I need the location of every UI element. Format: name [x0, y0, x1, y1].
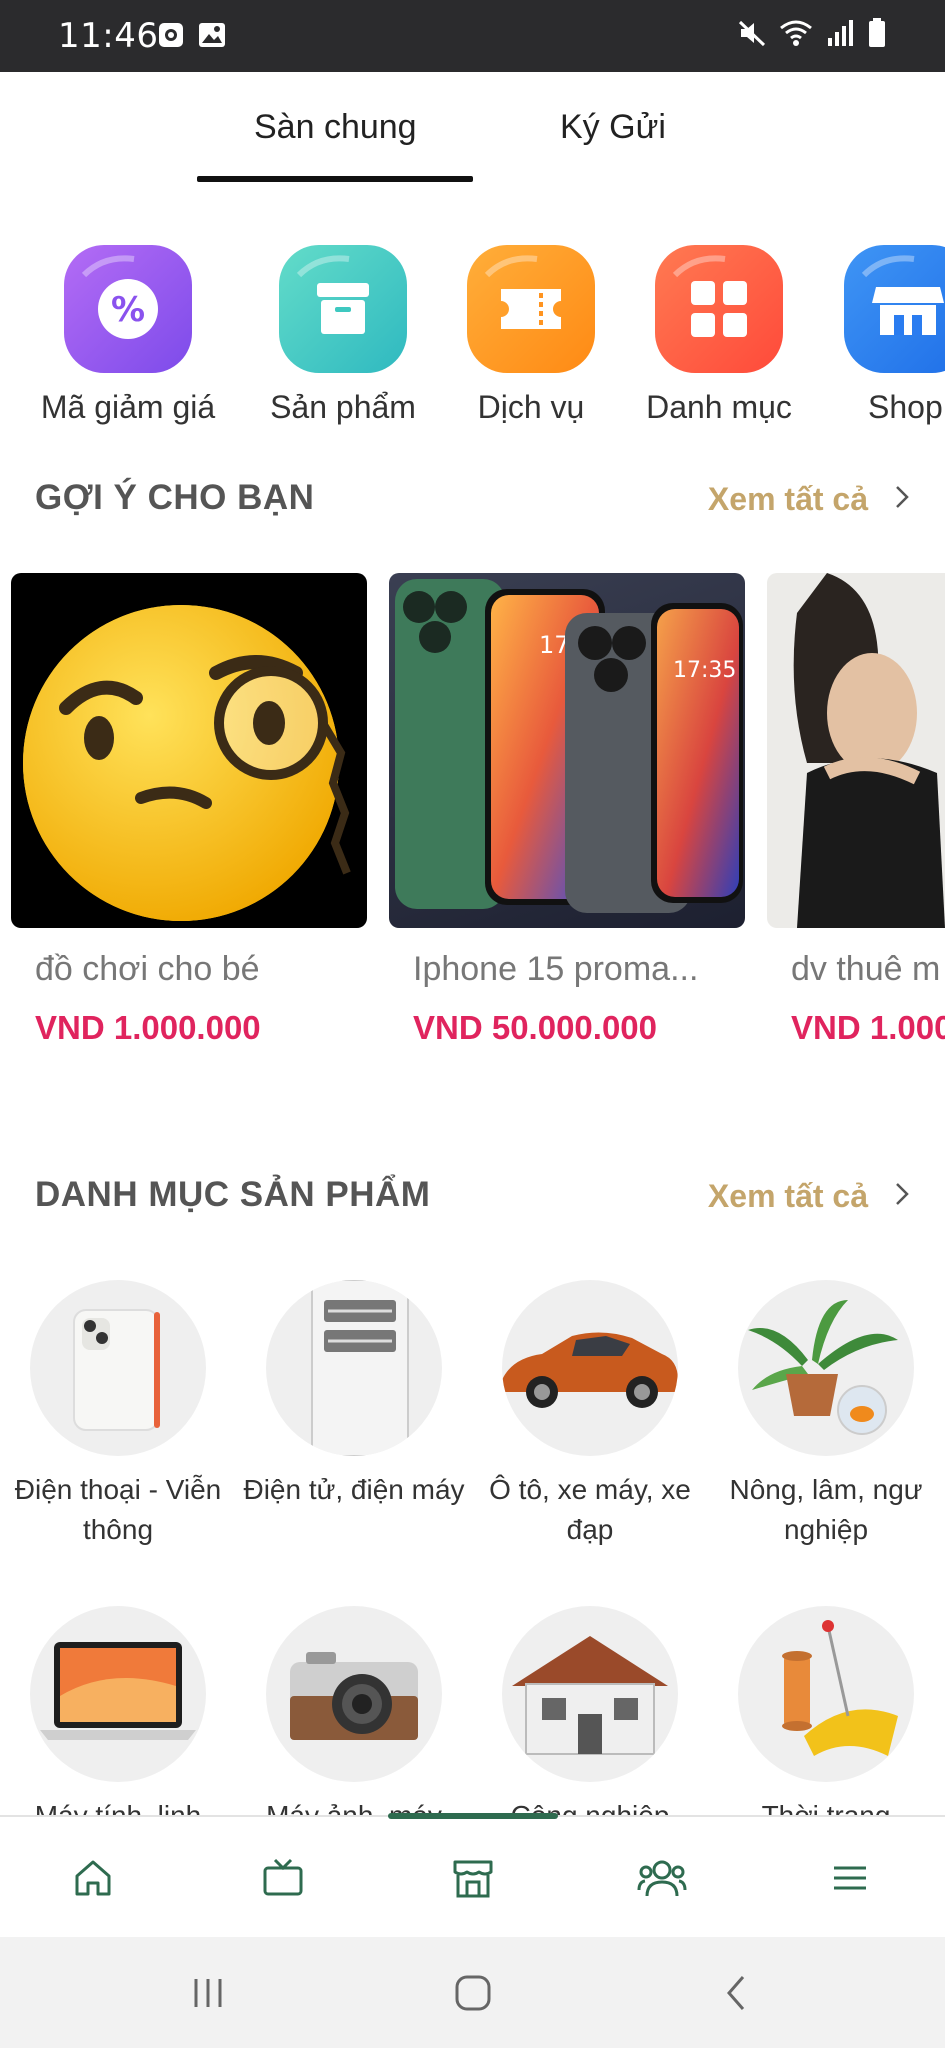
quick-services-label: Dịch vụ	[477, 389, 585, 425]
quick-categories-label: Danh mục	[646, 389, 792, 425]
product-price: VND 50.000.000	[413, 1009, 658, 1046]
product-image-emoji	[11, 573, 367, 928]
record-icon	[158, 22, 184, 53]
house-image	[502, 1606, 678, 1782]
tab-ky-gui[interactable]: Ký Gửi	[560, 108, 666, 147]
product-image-model	[767, 573, 945, 928]
mute-icon	[737, 18, 767, 53]
status-bar: 11:46	[0, 0, 945, 72]
tab-san-chung[interactable]: Sàn chung	[254, 108, 417, 147]
system-nav	[0, 1937, 945, 2048]
recent-apps-icon[interactable]	[178, 1965, 238, 2021]
category-phones[interactable]: Điện thoại - Viễn thông	[0, 1280, 236, 1550]
quick-services[interactable]: Dịch vụ	[431, 245, 631, 426]
product-card[interactable]: đồ chơi cho bé VND 1.000.000	[11, 573, 367, 1047]
categories-title: DANH MỤC SẢN PHẨM	[35, 1175, 431, 1214]
product-name: đồ chơi cho bé	[35, 950, 260, 988]
category-label: Máy tính, linh	[0, 1796, 236, 1815]
suggest-list: đồ chơi cho bé VND 1.000.000 17:3 17:35	[0, 573, 945, 1053]
product-name: Iphone 15 proma...	[413, 950, 699, 988]
laptop-image	[30, 1606, 206, 1782]
categories-see-all-label: Xem tất cả	[707, 1178, 868, 1214]
camera-image	[266, 1606, 442, 1782]
category-cameras[interactable]: Máy ảnh, máy	[236, 1606, 472, 1815]
chevron-right-icon	[894, 480, 910, 519]
quick-actions: % Mã giảm giá Sản phẩm Dịch vụ Danh mục …	[0, 245, 945, 445]
category-label: Ô tô, xe máy, xe đạp	[489, 1474, 691, 1545]
category-electronics[interactable]: Điện tử, điện máy	[236, 1280, 472, 1510]
quick-discount[interactable]: % Mã giảm giá	[28, 245, 228, 426]
product-image-iphone: 17:3 17:35	[389, 573, 745, 928]
svg-text:%: %	[111, 290, 145, 330]
quick-products[interactable]: Sản phẩm	[243, 245, 443, 426]
chevron-right-icon	[894, 1177, 910, 1216]
quick-products-label: Sản phẩm	[270, 389, 416, 425]
air-conditioner-image	[266, 1280, 442, 1456]
phone-image	[30, 1280, 206, 1456]
home-icon[interactable]	[58, 1843, 128, 1913]
wifi-icon	[779, 18, 813, 53]
quick-discount-label: Mã giảm giá	[40, 389, 216, 425]
product-name: dv thuê m	[791, 950, 941, 988]
sewing-image	[738, 1606, 914, 1782]
product-card[interactable]: 17:3 17:35 Iphone 15 proma... VND 50.000…	[389, 573, 745, 1047]
car-image	[502, 1280, 678, 1456]
discount-icon: %	[64, 245, 192, 373]
category-label: Thời trang	[708, 1796, 944, 1815]
menu-icon[interactable]	[815, 1843, 885, 1913]
box-icon	[279, 245, 407, 373]
suggest-see-all[interactable]: Xem tất cả	[708, 480, 910, 519]
bottom-nav	[0, 1813, 945, 1937]
quick-categories[interactable]: Danh mục	[619, 245, 819, 426]
category-label: Nông, lâm, ngư nghiệp	[729, 1474, 923, 1545]
category-label: Điện tử, điện máy	[243, 1474, 465, 1505]
tv-icon[interactable]	[248, 1843, 318, 1913]
suggest-see-all-label: Xem tất cả	[707, 481, 868, 517]
quick-shop[interactable]: Shop	[808, 245, 945, 426]
product-price: VND 1.000	[791, 1009, 945, 1046]
status-icons	[737, 18, 887, 53]
categories-see-all[interactable]: Xem tất cả	[708, 1177, 910, 1216]
svg-text:17:35: 17:35	[673, 658, 736, 683]
active-tab-indicator	[197, 176, 473, 182]
store-icon	[844, 245, 945, 373]
gallery-icon	[198, 22, 226, 53]
product-price: VND 1.000.000	[35, 1009, 261, 1046]
category-label: Điện thoại - Viễn thông	[14, 1474, 222, 1545]
category-grid: Điện thoại - Viễn thông Điện tử, điện má…	[0, 1280, 945, 1815]
category-computers[interactable]: Máy tính, linh	[0, 1606, 236, 1815]
status-time: 11:46	[58, 16, 159, 56]
community-icon[interactable]	[627, 1843, 697, 1913]
category-agriculture[interactable]: Nông, lâm, ngư nghiệp	[708, 1280, 944, 1550]
home-button-icon[interactable]	[443, 1965, 503, 2021]
category-fashion[interactable]: Thời trang	[708, 1606, 944, 1815]
marketplace-icon[interactable]	[438, 1843, 508, 1913]
back-icon[interactable]	[707, 1965, 767, 2021]
category-industry[interactable]: Công nghiệp	[472, 1606, 708, 1815]
product-card[interactable]: dv thuê m VND 1.000	[767, 573, 945, 1047]
grid-icon	[655, 245, 783, 373]
nav-active-indicator	[388, 1813, 558, 1819]
top-tabs: Sàn chung Ký Gửi	[0, 72, 945, 188]
category-vehicles[interactable]: Ô tô, xe máy, xe đạp	[472, 1280, 708, 1550]
signal-icon	[825, 18, 855, 53]
battery-icon	[867, 18, 887, 53]
plant-image	[738, 1280, 914, 1456]
quick-shop-label: Shop	[868, 389, 943, 425]
ticket-icon	[467, 245, 595, 373]
suggest-title: GỢI Ý CHO BẠN	[35, 478, 315, 517]
